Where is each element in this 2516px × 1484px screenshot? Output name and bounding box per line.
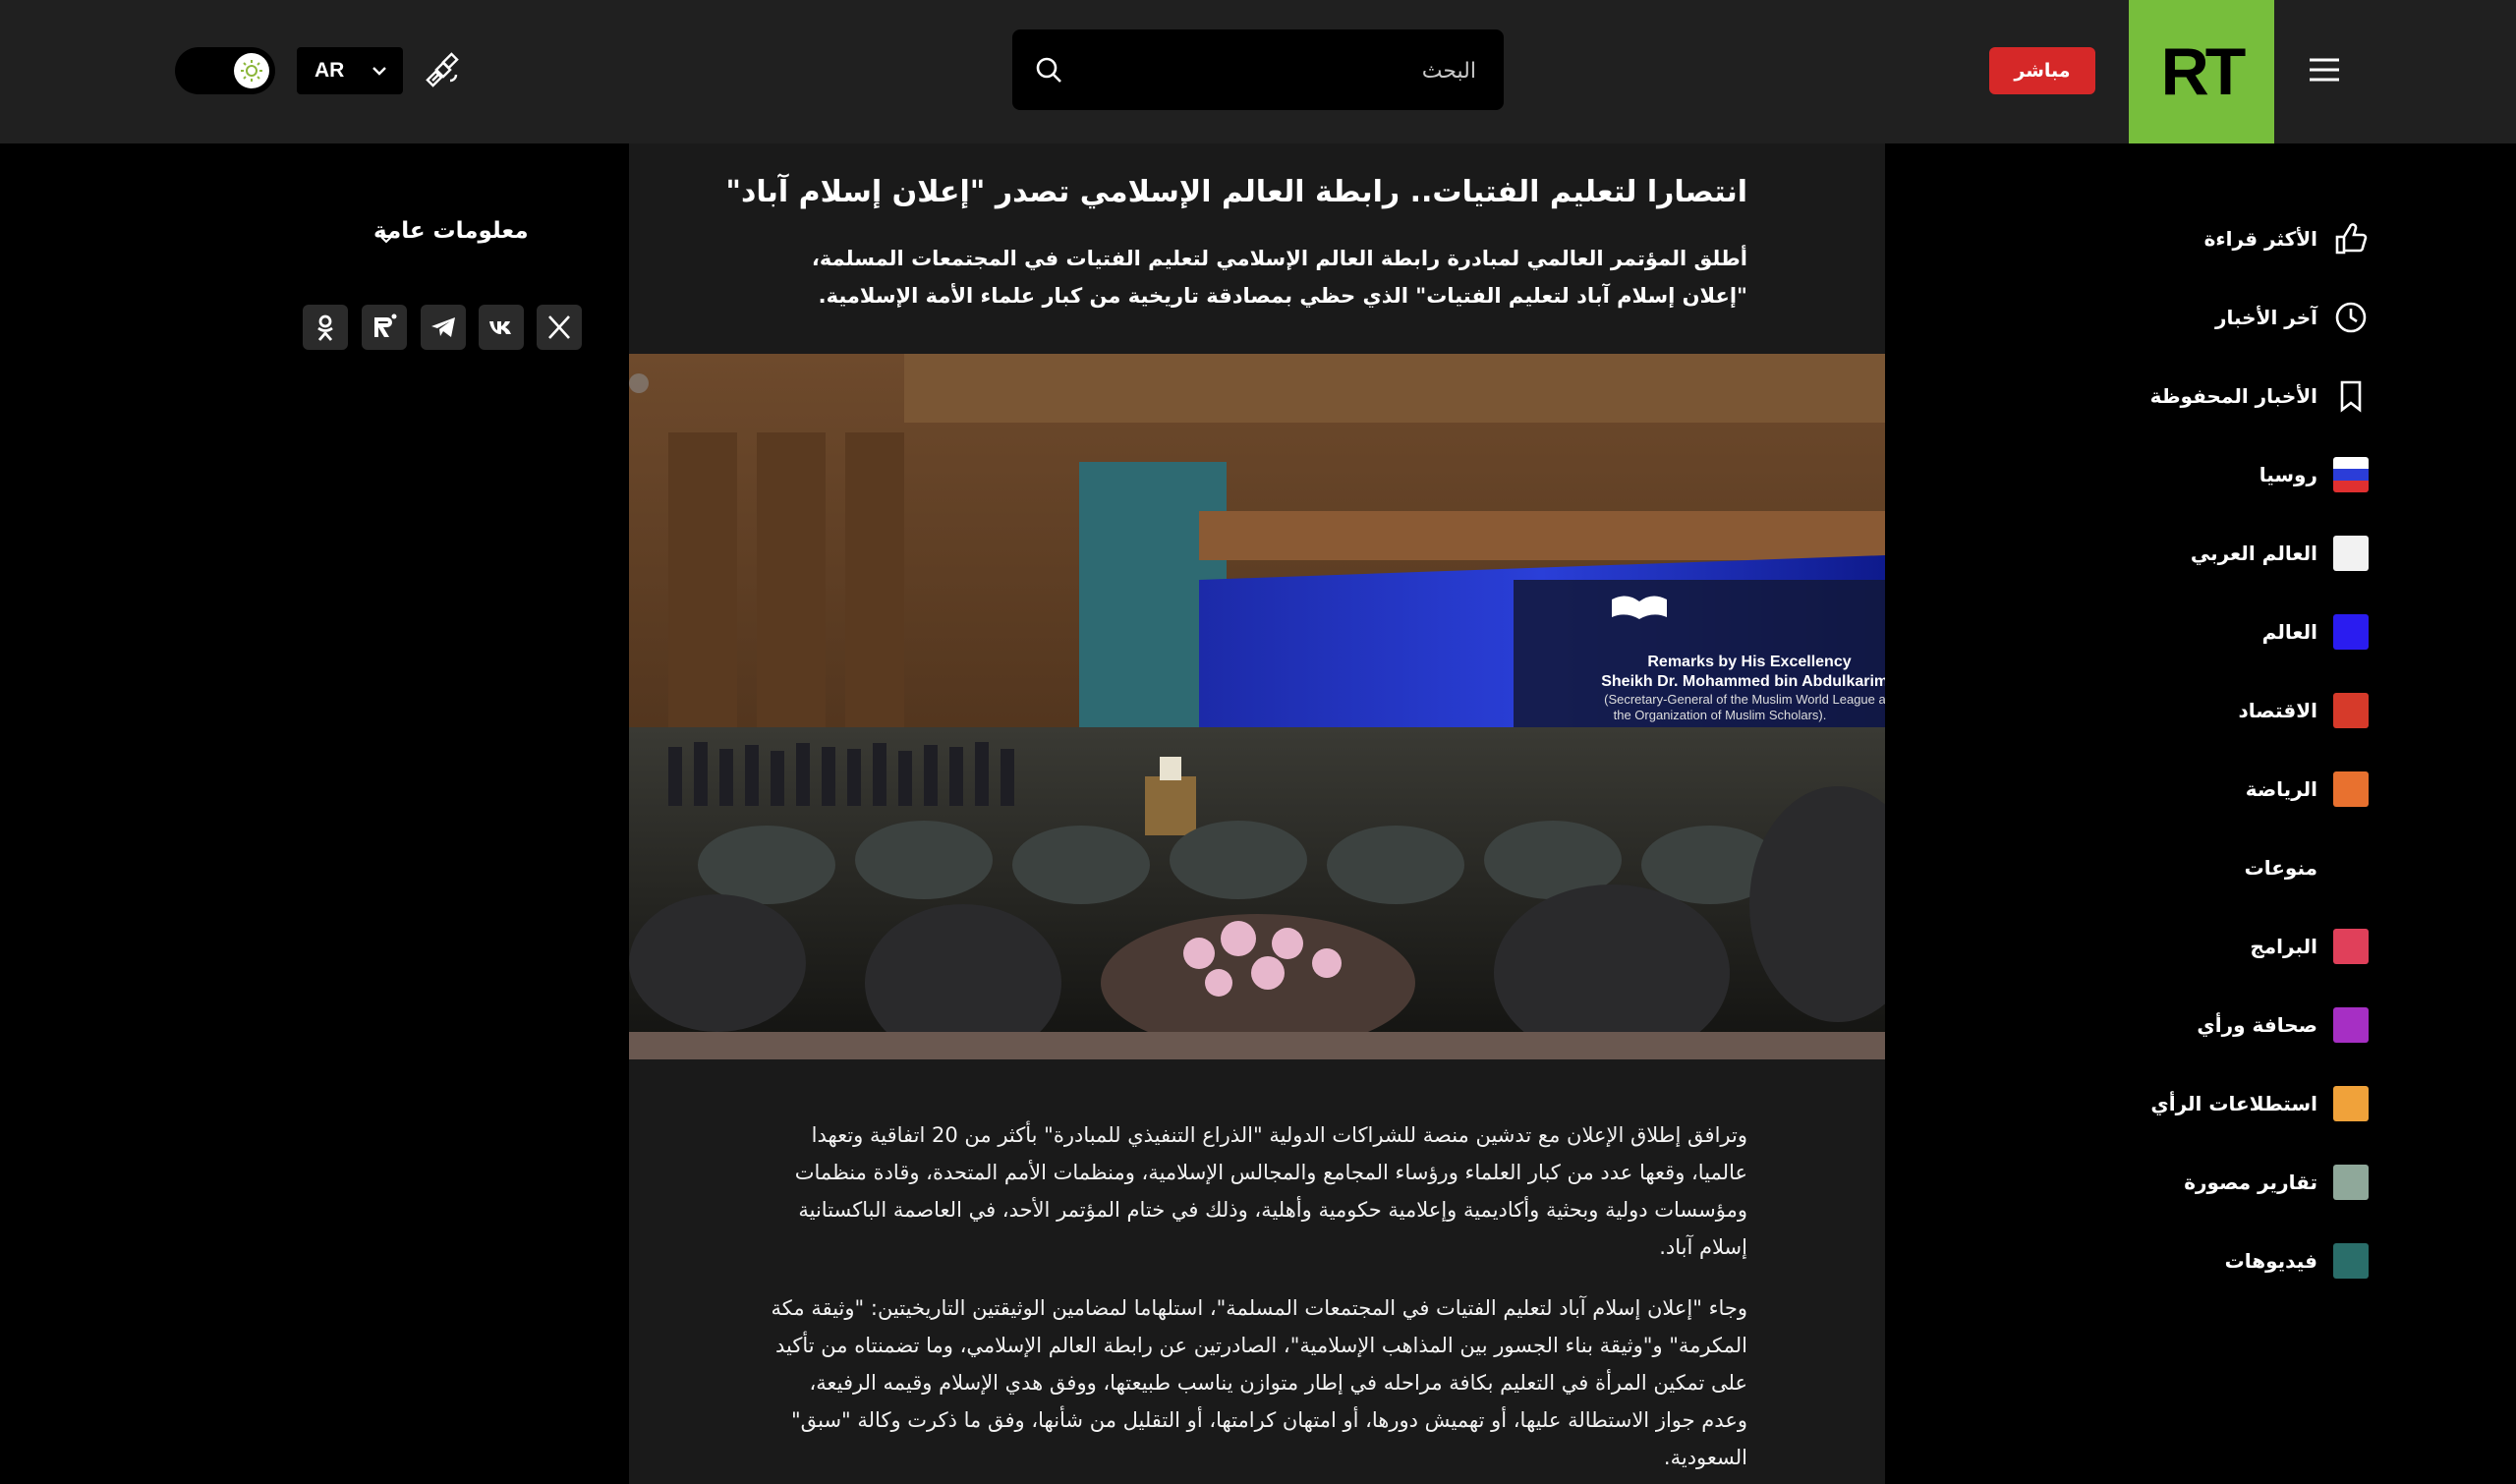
article-paragraph: وجاء "إعلان إسلام آباد لتعليم الفتيات في…: [771, 1296, 1747, 1469]
satellite-icon[interactable]: [425, 51, 464, 90]
color-square-icon: [2333, 1007, 2369, 1043]
screen-text: Remarks by His Excellency: [1647, 654, 1851, 670]
sidebar-item-videos[interactable]: فيديوهات: [2113, 1236, 2369, 1285]
sidebar-item-arab-world[interactable]: العالم العربي: [2113, 529, 2369, 578]
sidebar-item-label: صحافة ورأي: [2197, 1013, 2317, 1037]
sidebar-item-programs[interactable]: البرامج: [2113, 922, 2369, 971]
screen-text: the Organization of Muslim Scholars).: [1614, 708, 1827, 722]
sidebar-item-latest-news[interactable]: آخر الأخبار: [2113, 293, 2369, 342]
article-title: انتصارا لتعليم الفتيات.. رابطة العالم ال…: [725, 175, 1747, 209]
sidebar-item-label: البرامج: [2250, 935, 2317, 958]
language-select[interactable]: AR: [297, 47, 403, 94]
sidebar-item-label: آخر الأخبار: [2214, 306, 2317, 329]
bookmark-icon: [2333, 378, 2369, 414]
search-box: [1012, 29, 1504, 112]
sidebar-item-saved-news[interactable]: الأخبار المحفوظة: [2113, 371, 2369, 421]
search-icon[interactable]: [1034, 55, 1063, 85]
chevron-down-icon[interactable]: [377, 230, 395, 248]
color-square-icon: [2333, 1243, 2369, 1279]
article-lead: أطلق المؤتمر العالمي لمبادرة رابطة العال…: [811, 247, 1747, 308]
theme-toggle[interactable]: [175, 47, 275, 94]
color-square-icon: [2333, 929, 2369, 964]
article-paragraph: وترافق إطلاق الإعلان مع تدشين منصة للشرا…: [794, 1123, 1747, 1259]
thumbs-up-icon: [2333, 221, 2369, 257]
sidebar-item-world[interactable]: العالم: [2113, 607, 2369, 656]
search-input[interactable]: [1081, 29, 1478, 112]
telegram-icon[interactable]: [421, 305, 466, 350]
sidebar-item-press-opinion[interactable]: صحافة ورأي: [2113, 1000, 2369, 1050]
color-square-icon: [2333, 536, 2369, 571]
vk-icon[interactable]: [479, 305, 524, 350]
sidebar-item-most-read[interactable]: الأكثر قراءة: [2113, 214, 2369, 263]
chevron-down-icon: [372, 67, 386, 76]
sidebar-item-label: روسيا: [2259, 463, 2317, 486]
sidebar-item-polls[interactable]: استطلاعات الرأي: [2113, 1079, 2369, 1128]
sidebar-item-label: الأكثر قراءة: [2203, 227, 2317, 251]
sidebar-item-sports[interactable]: الرياضة: [2113, 765, 2369, 814]
live-button[interactable]: مباشر: [1989, 47, 2095, 94]
top-header: AR مباشر RT: [0, 0, 2516, 143]
sidebar-item-label: تقارير مصورة: [2184, 1170, 2317, 1194]
sidebar-item-label: العالم: [2261, 620, 2317, 644]
sidebar-item-label: الاقتصاد: [2238, 699, 2318, 722]
sidebar-item-photo-reports[interactable]: تقارير مصورة: [2113, 1158, 2369, 1207]
sidebar-item-label: استطلاعات الرأي: [2150, 1092, 2317, 1115]
sidebar-item-economy[interactable]: الاقتصاد: [2113, 686, 2369, 735]
x-icon[interactable]: [537, 305, 582, 350]
russia-flag-icon: [2333, 457, 2369, 492]
sidebar-item-label: منوعات: [2244, 856, 2317, 880]
sidebar-item-label: الأخبار المحفوظة: [2149, 384, 2317, 408]
clock-icon: [2333, 300, 2369, 335]
article-hero-image[interactable]: Remarks by His Excellency Sheikh Dr. Moh…: [629, 354, 1885, 1059]
sidebar-item-label: الرياضة: [2245, 777, 2317, 801]
color-square-icon: [2333, 693, 2369, 728]
sidebar-item-russia[interactable]: روسيا: [2113, 450, 2369, 499]
rt-logo[interactable]: RT: [2129, 0, 2274, 143]
color-square-icon: [2333, 1086, 2369, 1121]
sidebar-item-misc[interactable]: منوعات: [2113, 843, 2369, 892]
rutube-icon[interactable]: [362, 305, 407, 350]
color-square-icon: [2333, 771, 2369, 807]
menu-icon[interactable]: [2308, 55, 2341, 85]
screen-text: Sheikh Dr. Mohammed bin Abdulkarim Al-I: [1601, 673, 1885, 690]
language-value: AR: [314, 59, 345, 82]
sidebar-item-label: فيديوهات: [2224, 1249, 2317, 1273]
sun-icon: [234, 53, 269, 88]
sidebar-item-label: العالم العربي: [2190, 542, 2317, 565]
odnoklassniki-icon[interactable]: [303, 305, 348, 350]
article: انتصارا لتعليم الفتيات.. رابطة العالم ال…: [629, 143, 1885, 1484]
color-square-icon: [2333, 614, 2369, 650]
color-square-icon: [2333, 1165, 2369, 1200]
general-info-dropdown[interactable]: معلومات عامة: [373, 218, 529, 244]
conference-hall-photo: Remarks by His Excellency Sheikh Dr. Moh…: [629, 354, 1885, 1059]
screen-text: (Secretary-General of the Muslim World L…: [1604, 692, 1885, 707]
